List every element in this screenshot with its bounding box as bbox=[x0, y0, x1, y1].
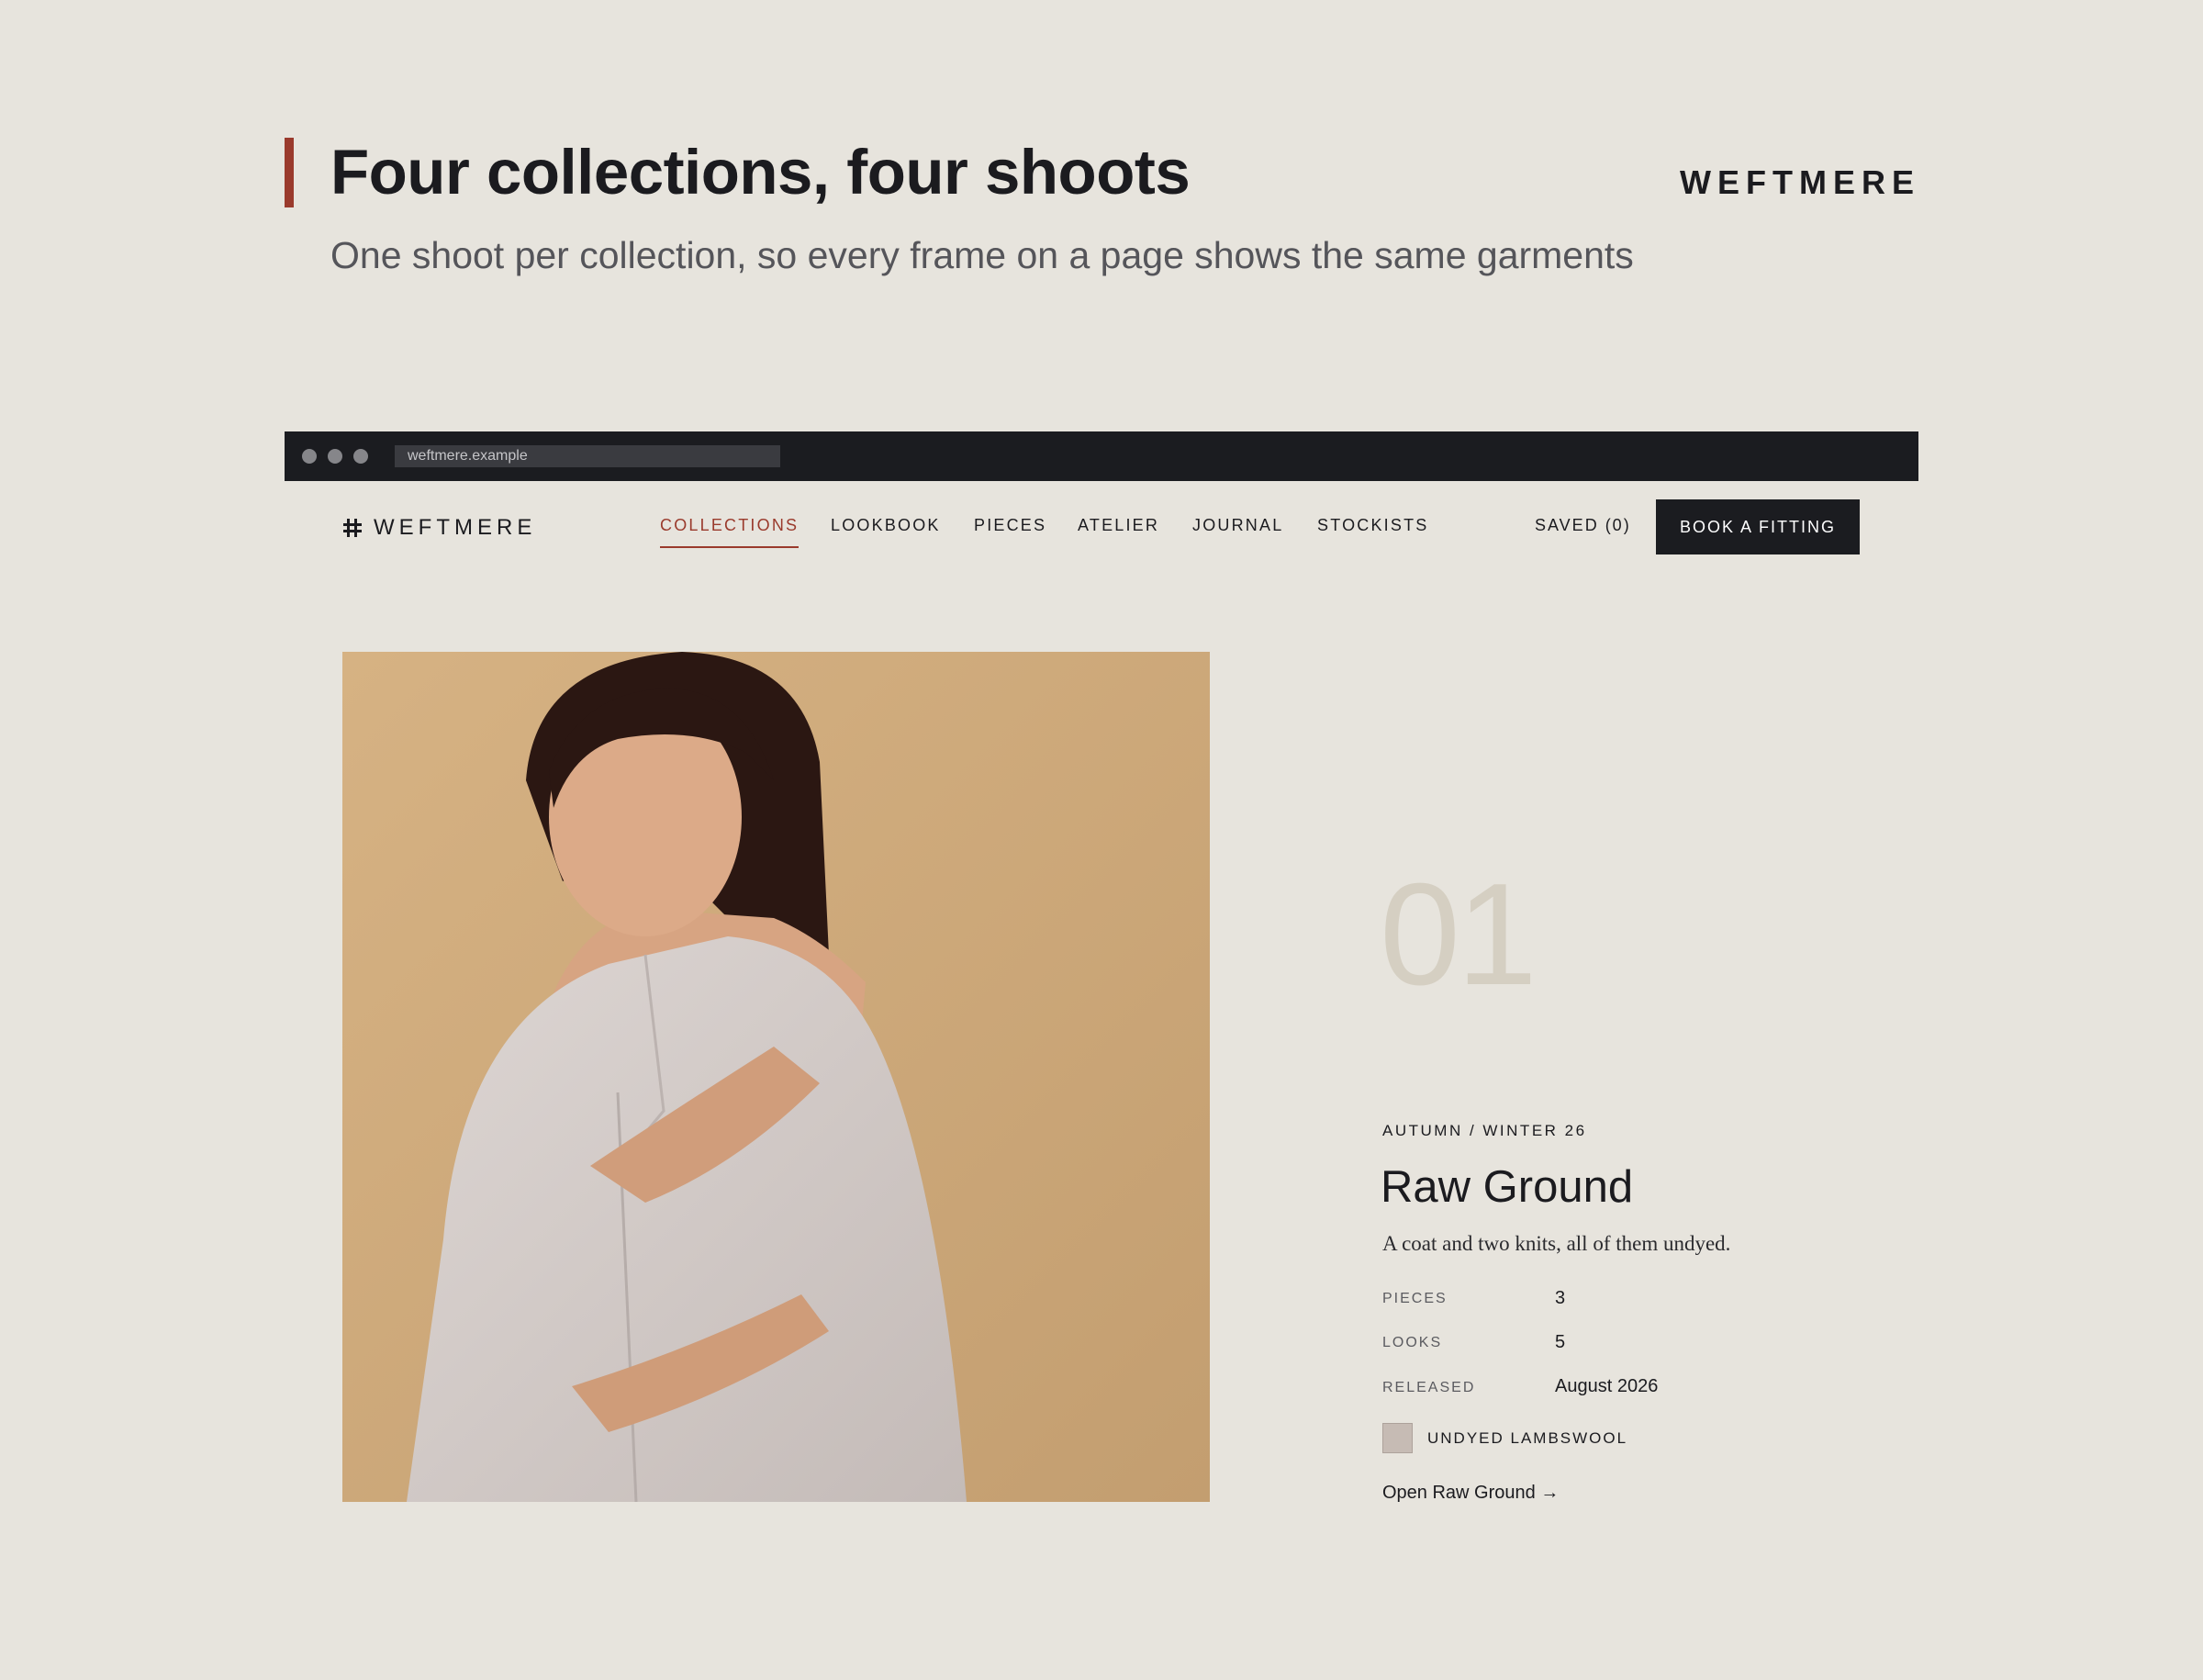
hash-mark-icon bbox=[342, 518, 363, 538]
collection-photo-illustration bbox=[342, 652, 1210, 1502]
stat-value-pieces: 3 bbox=[1555, 1288, 1566, 1308]
saved-items-link[interactable]: SAVED (0) bbox=[1535, 516, 1631, 535]
nav-item-atelier[interactable]: ATELIER bbox=[1078, 516, 1159, 535]
address-bar[interactable]: weftmere.example bbox=[395, 445, 780, 467]
window-close-dot[interactable] bbox=[302, 449, 317, 464]
nav-item-pieces[interactable]: PIECES bbox=[974, 516, 1046, 535]
slide-subtitle: One shoot per collection, so every frame… bbox=[330, 234, 1634, 276]
nav-item-collections[interactable]: COLLECTIONS bbox=[660, 516, 800, 548]
material-swatch bbox=[1382, 1423, 1413, 1453]
title-accent-bar bbox=[285, 138, 294, 207]
nav-item-stockists[interactable]: STOCKISTS bbox=[1317, 516, 1429, 535]
collection-description: A coat and two knits, all of them undyed… bbox=[1382, 1232, 1731, 1255]
stat-label-looks: LOOKS bbox=[1382, 1335, 1443, 1350]
window-zoom-dot[interactable] bbox=[353, 449, 368, 464]
open-collection-link[interactable]: Open Raw Ground → bbox=[1382, 1483, 1559, 1504]
stat-value-released: August 2026 bbox=[1555, 1376, 1659, 1396]
collection-title: Raw Ground bbox=[1381, 1162, 1634, 1212]
nav-item-journal[interactable]: JOURNAL bbox=[1192, 516, 1283, 535]
stat-value-looks: 5 bbox=[1555, 1332, 1566, 1352]
collection-number: 01 bbox=[1380, 854, 1538, 1015]
site-logo[interactable]: WEFTMERE bbox=[342, 515, 536, 541]
window-minimize-dot[interactable] bbox=[328, 449, 342, 464]
logo-text: WEFTMERE bbox=[374, 515, 537, 540]
book-fitting-button[interactable]: BOOK A FITTING bbox=[1656, 499, 1860, 554]
slide-brand: WEFTMERE bbox=[1680, 163, 1920, 201]
material-label: UNDYED LAMBSWOOL bbox=[1427, 1429, 1628, 1447]
collection-photo bbox=[342, 652, 1210, 1502]
browser-chrome: weftmere.example bbox=[285, 431, 1918, 481]
stat-label-released: RELEASED bbox=[1382, 1380, 1476, 1395]
slide-title: Four collections, four shoots bbox=[330, 137, 1191, 207]
site-navbar: WEFTMERE COLLECTIONS LOOKBOOK PIECES ATE… bbox=[285, 481, 1918, 573]
stat-label-pieces: PIECES bbox=[1382, 1291, 1448, 1306]
browser-window: weftmere.example WEFTMERE COLLECTIONS LO… bbox=[285, 431, 1918, 1680]
collection-season: AUTUMN / WINTER 26 bbox=[1382, 1122, 1587, 1139]
nav-item-lookbook[interactable]: LOOKBOOK bbox=[831, 516, 941, 535]
